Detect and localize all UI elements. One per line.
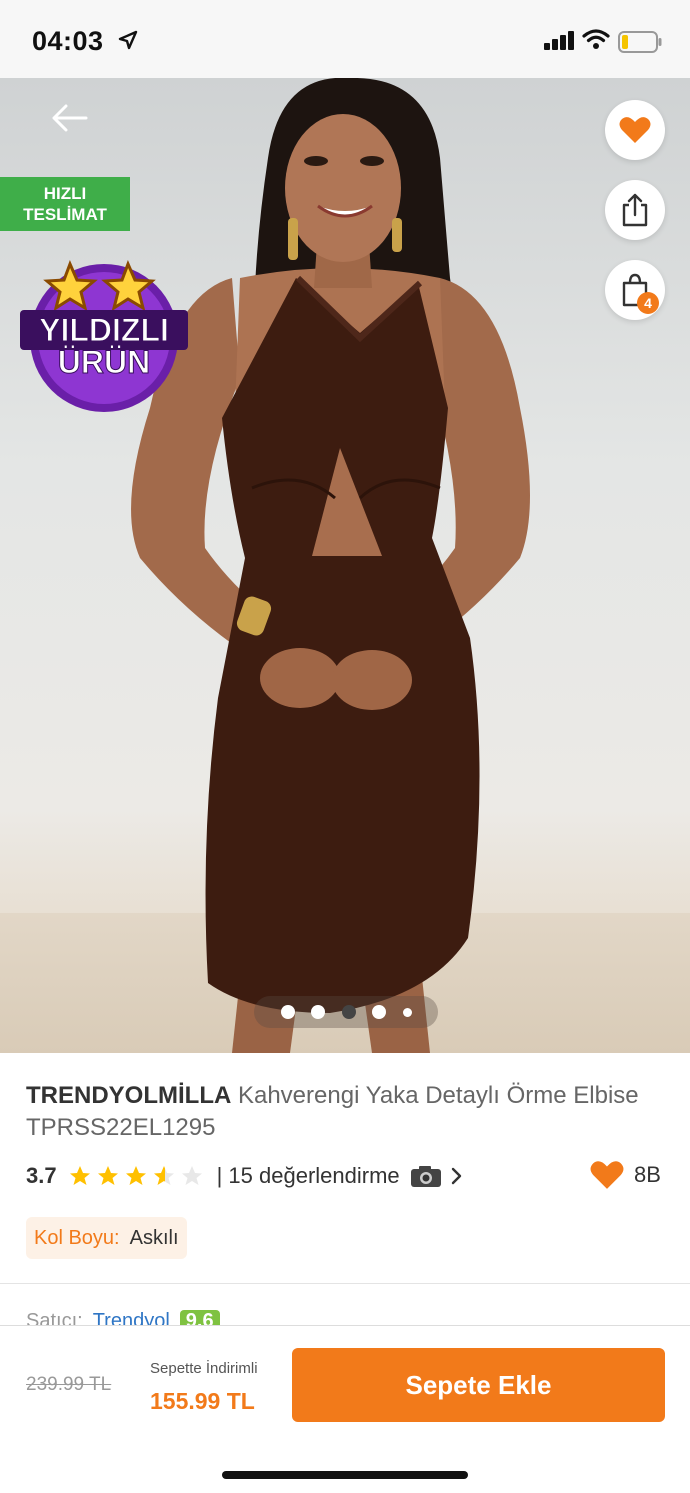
share-icon <box>622 193 648 227</box>
seller-score-badge: 9.6 <box>179 1310 220 1326</box>
share-button[interactable] <box>605 180 665 240</box>
product-brand[interactable]: TRENDYOLMİLLA <box>26 1082 231 1109</box>
product-title: TRENDYOLMİLLA Kahverengi Yaka Detaylı Ör… <box>26 1080 646 1144</box>
cart-count-badge: 4 <box>637 292 659 314</box>
gallery-dot[interactable] <box>372 1005 386 1019</box>
attribute-chip[interactable]: Kol Boyu: Askılı <box>26 1217 187 1259</box>
cart-button[interactable]: 4 <box>605 260 665 320</box>
starred-product-badge: YILDIZLI ÜRÜN <box>20 260 188 412</box>
star-empty-icon <box>181 1166 202 1185</box>
attribute-value: Askılı <box>129 1226 179 1249</box>
status-time: 04:03 <box>32 26 104 56</box>
favorite-button[interactable] <box>605 100 665 160</box>
star-full-icon <box>69 1166 90 1185</box>
star-badge-line2: ÜRÜN <box>58 344 150 380</box>
seller-label: Satıcı: <box>26 1310 83 1326</box>
location-arrow-icon <box>118 30 138 50</box>
fast-delivery-badge: HIZLI TESLİMAT <box>0 177 130 231</box>
home-indicator[interactable] <box>222 1471 468 1479</box>
star-half-icon <box>153 1166 174 1185</box>
wifi-icon <box>582 29 610 49</box>
battery-low-icon <box>618 31 662 53</box>
gallery-dot[interactable] <box>311 1005 325 1019</box>
review-count[interactable]: | 15 değerlendirme <box>217 1163 400 1189</box>
camera-icon <box>410 1166 441 1187</box>
heart-icon <box>590 1161 624 1189</box>
seller-name[interactable]: Trendyol <box>93 1310 170 1326</box>
rating-row[interactable]: 3.7 | 15 değerlendirme <box>26 1160 464 1192</box>
star-full-icon <box>125 1166 146 1185</box>
star-badge-line1: YILDIZLI <box>39 312 169 348</box>
cellular-signal-icon <box>544 31 574 50</box>
seller-info-peek[interactable]: Satıcı: Trendyol 9.6 <box>26 1310 220 1326</box>
heart-icon <box>619 117 651 143</box>
favorite-count-value: 8B <box>634 1162 661 1187</box>
star-full-icon <box>97 1166 118 1185</box>
rating-value: 3.7 <box>26 1163 57 1188</box>
gallery-dot-active[interactable] <box>341 1005 356 1019</box>
favorite-count: 8B <box>590 1160 661 1190</box>
add-to-cart-button[interactable]: Sepete Ekle <box>292 1348 665 1422</box>
fast-delivery-line2: TESLİMAT <box>23 205 107 224</box>
status-bar: 04:03 <box>0 0 690 78</box>
attribute-label: Kol Boyu: <box>34 1226 120 1249</box>
divider <box>0 1283 690 1284</box>
back-arrow-icon[interactable] <box>44 98 96 138</box>
gallery-dot[interactable] <box>402 1007 412 1017</box>
discount-label: Sepette İndirimli <box>150 1360 258 1377</box>
fast-delivery-line1: HIZLI <box>43 184 87 203</box>
discounted-price: 155.99 TL <box>150 1388 255 1414</box>
gallery-dot[interactable] <box>280 1005 295 1019</box>
gallery-pagination[interactable] <box>254 996 438 1028</box>
rating-stars <box>67 1164 205 1188</box>
chevron-right-icon[interactable] <box>450 1166 464 1186</box>
old-price: 239.99 TL <box>26 1374 112 1395</box>
